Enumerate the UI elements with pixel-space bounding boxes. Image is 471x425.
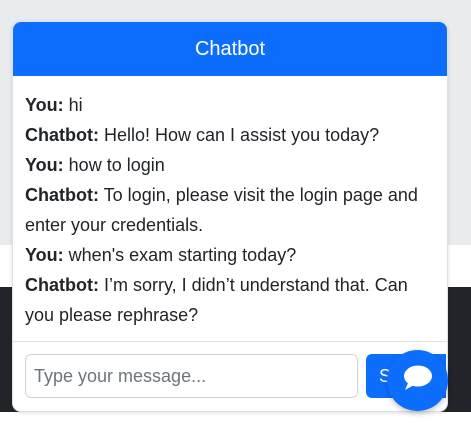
message-text: Hello! How can I assist you today? (104, 125, 380, 145)
message-input[interactable] (25, 354, 358, 398)
message-text: how to login (68, 155, 165, 175)
message-speaker: Chatbot: (25, 185, 99, 205)
chat-header: Chatbot (13, 22, 447, 76)
chat-title: Chatbot (194, 37, 266, 60)
message: Chatbot: Hello! How can I assist you tod… (25, 120, 435, 150)
message: Chatbot: To login, please visit the logi… (25, 180, 435, 240)
message-speaker: You: (25, 245, 64, 265)
message-speaker: Chatbot: (25, 125, 99, 145)
chat-bubble-icon (402, 364, 434, 397)
message-speaker: You: (25, 155, 64, 175)
chat-toggle-button[interactable] (387, 350, 448, 411)
chat-messages: You: hi Chatbot: Hello! How can I assist… (13, 76, 447, 342)
message: Chatbot: I’m sorry, I didn’t understand … (25, 270, 435, 330)
message: You: how to login (25, 150, 435, 180)
chat-input-bar: Send (13, 342, 447, 408)
message-speaker: Chatbot: (25, 275, 99, 295)
message-text: when's exam starting today? (68, 245, 297, 265)
message: You: hi (25, 90, 435, 120)
chat-window: Chatbot You: hi Chatbot: Hello! How can … (12, 21, 448, 412)
message: You: when's exam starting today? (25, 240, 435, 270)
message-speaker: You: (25, 95, 64, 115)
message-text: hi (68, 95, 83, 115)
